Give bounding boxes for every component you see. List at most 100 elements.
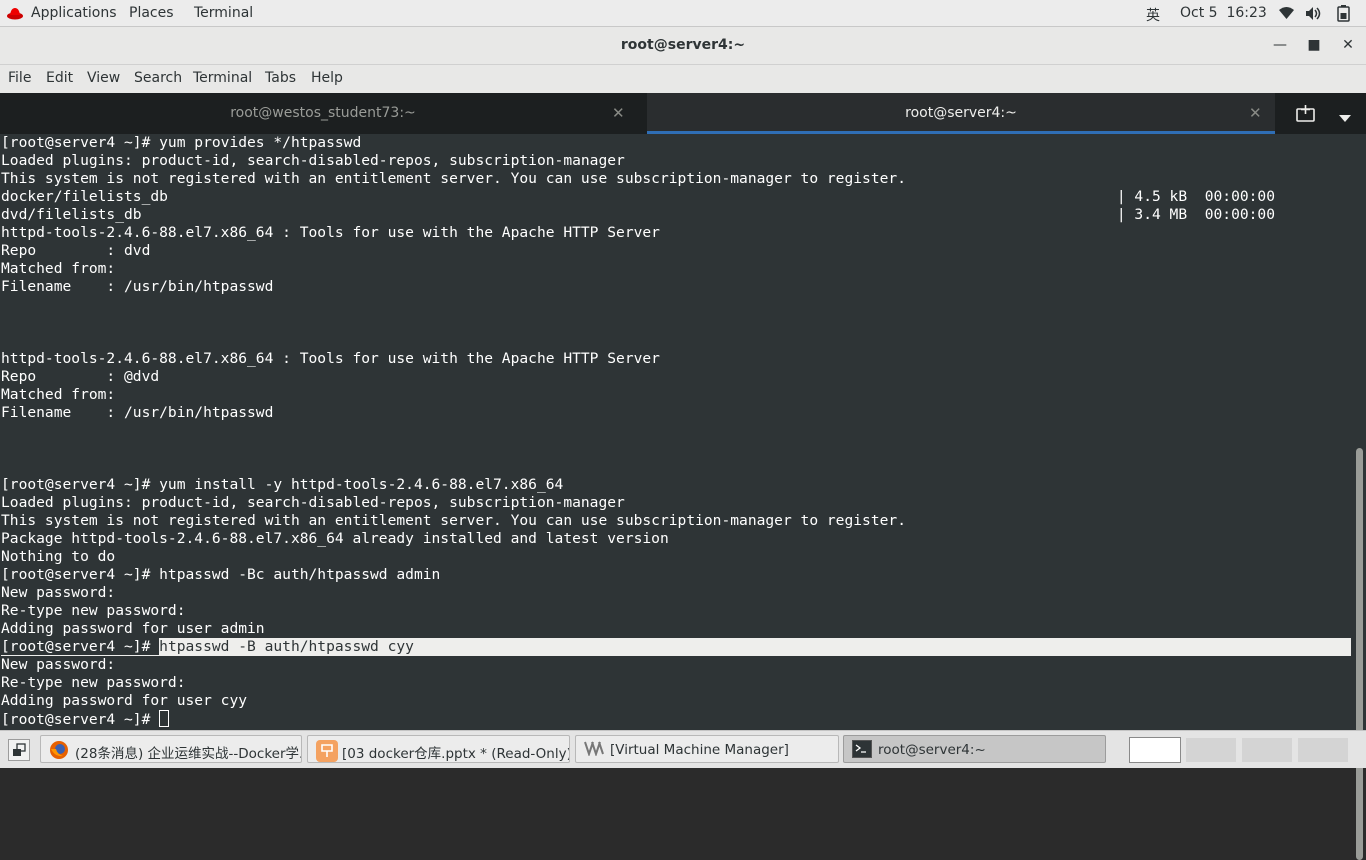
terminal-line-text: Filename : /usr/bin/htpasswd bbox=[1, 278, 274, 295]
terminal-line: This system is not registered with an en… bbox=[1, 170, 1351, 188]
firefox-icon bbox=[49, 740, 69, 760]
presentation-icon bbox=[316, 740, 338, 762]
terminal-line-text: Nothing to do bbox=[1, 548, 116, 565]
terminal-line-text: Loaded plugins: product-id, search-disab… bbox=[1, 152, 625, 169]
terminal-line-text: Matched from: bbox=[1, 386, 116, 403]
menu-bar: File Edit View Search Terminal Tabs Help bbox=[0, 65, 1366, 93]
workspace-3[interactable] bbox=[1241, 737, 1293, 763]
tab-westos-student73[interactable]: root@westos_student73:~ ✕ bbox=[0, 93, 646, 134]
terminal-line-text: httpd-tools-2.4.6-88.el7.x86_64 : Tools … bbox=[1, 224, 660, 241]
window-titlebar[interactable]: root@server4:~ — ■ ✕ bbox=[0, 27, 1366, 65]
terminal-line: [root@server4 ~]# yum provides */htpassw… bbox=[1, 134, 1351, 152]
taskbar-item-label: [Virtual Machine Manager] bbox=[610, 742, 789, 758]
taskbar-item[interactable]: [Virtual Machine Manager] bbox=[575, 735, 839, 763]
terminal-line-text: [root@server4 ~]# bbox=[1, 638, 160, 655]
terminal-line: httpd-tools-2.4.6-88.el7.x86_64 : Tools … bbox=[1, 350, 1351, 368]
terminal-line: docker/filelists_db | 4.5 kB 00:00:00 bbox=[1, 188, 1351, 206]
workspace-4[interactable] bbox=[1297, 737, 1349, 763]
terminal-line: New password: bbox=[1, 584, 1351, 602]
tab-server4[interactable]: root@server4:~ ✕ bbox=[647, 93, 1275, 134]
taskbar-item[interactable]: (28条消息) 企业运维实战--Docker学... bbox=[40, 735, 302, 763]
menu-terminal[interactable]: Terminal bbox=[193, 70, 252, 86]
menu-edit[interactable]: Edit bbox=[46, 70, 73, 86]
terminal-line-text: Adding password for user cyy bbox=[1, 692, 248, 709]
redhat-icon[interactable] bbox=[7, 7, 23, 24]
taskbar-item[interactable]: root@server4:~ bbox=[843, 735, 1106, 763]
clock[interactable]: Oct 5 16:23 bbox=[1180, 5, 1267, 21]
terminal-line-text: Repo : @dvd bbox=[1, 368, 160, 385]
terminal-line: Loaded plugins: product-id, search-disab… bbox=[1, 152, 1351, 170]
terminal-line-text: [root@server4 ~]# bbox=[1, 711, 160, 728]
terminal-line: Repo : @dvd bbox=[1, 368, 1351, 386]
terminal-lines: [root@server4 ~]# yum provides */htpassw… bbox=[1, 134, 1351, 728]
places-menu[interactable]: Places bbox=[129, 5, 174, 21]
terminal-line-text: Repo : dvd bbox=[1, 242, 151, 259]
menu-help[interactable]: Help bbox=[311, 70, 343, 86]
terminal-line-text: This system is not registered with an en… bbox=[1, 512, 906, 529]
menu-tabs[interactable]: Tabs bbox=[265, 70, 296, 86]
taskbar-item-label: [03 docker仓库.pptx * (Read-Only) -... bbox=[342, 746, 570, 762]
terminal-line: Adding password for user admin bbox=[1, 620, 1351, 638]
close-button[interactable]: ✕ bbox=[1338, 35, 1358, 55]
terminal-line: Matched from: bbox=[1, 386, 1351, 404]
tab-close-icon[interactable]: ✕ bbox=[612, 104, 625, 122]
show-desktop-icon[interactable] bbox=[8, 739, 30, 761]
battery-icon[interactable] bbox=[1337, 5, 1350, 26]
terminal-line-text: This system is not registered with an en… bbox=[1, 170, 906, 187]
terminal-line-text: Loaded plugins: product-id, search-disab… bbox=[1, 494, 625, 511]
input-method-indicator[interactable]: 英 bbox=[1146, 5, 1160, 25]
terminal-line: This system is not registered with an en… bbox=[1, 512, 1351, 530]
terminal-scrollbar[interactable] bbox=[1356, 448, 1363, 860]
tab-close-icon[interactable]: ✕ bbox=[1249, 104, 1262, 122]
top-panel: Applications Places Terminal 英 Oct 5 16:… bbox=[0, 0, 1366, 27]
terminal-app-menu[interactable]: Terminal bbox=[194, 5, 253, 21]
terminal-line: dvd/filelists_db | 3.4 MB 00:00:00 bbox=[1, 206, 1351, 224]
terminal-line: New password: bbox=[1, 656, 1351, 674]
terminal-line: [root@server4 ~]# bbox=[1, 710, 1351, 728]
terminal-line: [root@server4 ~]# htpasswd -Bc auth/htpa… bbox=[1, 566, 1351, 584]
terminal-line: [root@server4 ~]# htpasswd -B auth/htpas… bbox=[1, 638, 1351, 656]
volume-icon[interactable] bbox=[1305, 6, 1323, 25]
window-list-panel: (28条消息) 企业运维实战--Docker学... [03 docker仓库.p… bbox=[0, 730, 1366, 768]
clock-date: Oct 5 bbox=[1180, 5, 1218, 21]
terminal-line-text: Package httpd-tools-2.4.6-88.el7.x86_64 … bbox=[1, 530, 669, 547]
maximize-button[interactable]: ■ bbox=[1304, 35, 1324, 55]
tab-label: root@westos_student73:~ bbox=[230, 105, 416, 121]
new-tab-icon[interactable] bbox=[1296, 105, 1315, 126]
terminal-line: Matched from: bbox=[1, 260, 1351, 278]
terminal-line: [root@server4 ~]# yum install -y httpd-t… bbox=[1, 476, 1351, 494]
terminal-line-text: New password: bbox=[1, 584, 116, 601]
text-cursor bbox=[159, 710, 170, 727]
window-title: root@server4:~ bbox=[620, 37, 746, 53]
workspace-1[interactable] bbox=[1129, 737, 1181, 763]
terminal-line: Loaded plugins: product-id, search-disab… bbox=[1, 494, 1351, 512]
menu-view[interactable]: View bbox=[87, 70, 120, 86]
tab-bar: root@westos_student73:~ ✕ root@server4:~… bbox=[0, 93, 1366, 134]
tab-label: root@server4:~ bbox=[905, 105, 1017, 121]
clock-time: 16:23 bbox=[1226, 5, 1267, 21]
workspace-2[interactable] bbox=[1185, 737, 1237, 763]
minimize-button[interactable]: — bbox=[1270, 35, 1290, 55]
tab-menu-chevron-down-icon[interactable] bbox=[1339, 108, 1351, 127]
terminal-output[interactable]: [root@server4 ~]# yum provides */htpassw… bbox=[0, 134, 1366, 860]
terminal-line-text: Re-type new password: bbox=[1, 674, 186, 691]
terminal-line-text: httpd-tools-2.4.6-88.el7.x86_64 : Tools … bbox=[1, 350, 660, 367]
terminal-line-text: [root@server4 ~]# htpasswd -Bc auth/htpa… bbox=[1, 566, 441, 583]
terminal-line: Filename : /usr/bin/htpasswd bbox=[1, 278, 1351, 296]
taskbar-item-label: root@server4:~ bbox=[878, 742, 986, 758]
taskbar-item[interactable]: [03 docker仓库.pptx * (Read-Only) -... bbox=[307, 735, 570, 763]
terminal-line: Re-type new password: bbox=[1, 602, 1351, 620]
terminal-line-text: [root@server4 ~]# yum install -y httpd-t… bbox=[1, 476, 564, 493]
terminal-line: Filename : /usr/bin/htpasswd bbox=[1, 404, 1351, 422]
terminal-line-text: Matched from: bbox=[1, 260, 116, 277]
terminal-line-text: Re-type new password: bbox=[1, 602, 186, 619]
menu-search[interactable]: Search bbox=[134, 70, 182, 86]
menu-file[interactable]: File bbox=[8, 70, 31, 86]
applications-menu[interactable]: Applications bbox=[31, 5, 117, 21]
wifi-icon[interactable] bbox=[1278, 6, 1295, 24]
